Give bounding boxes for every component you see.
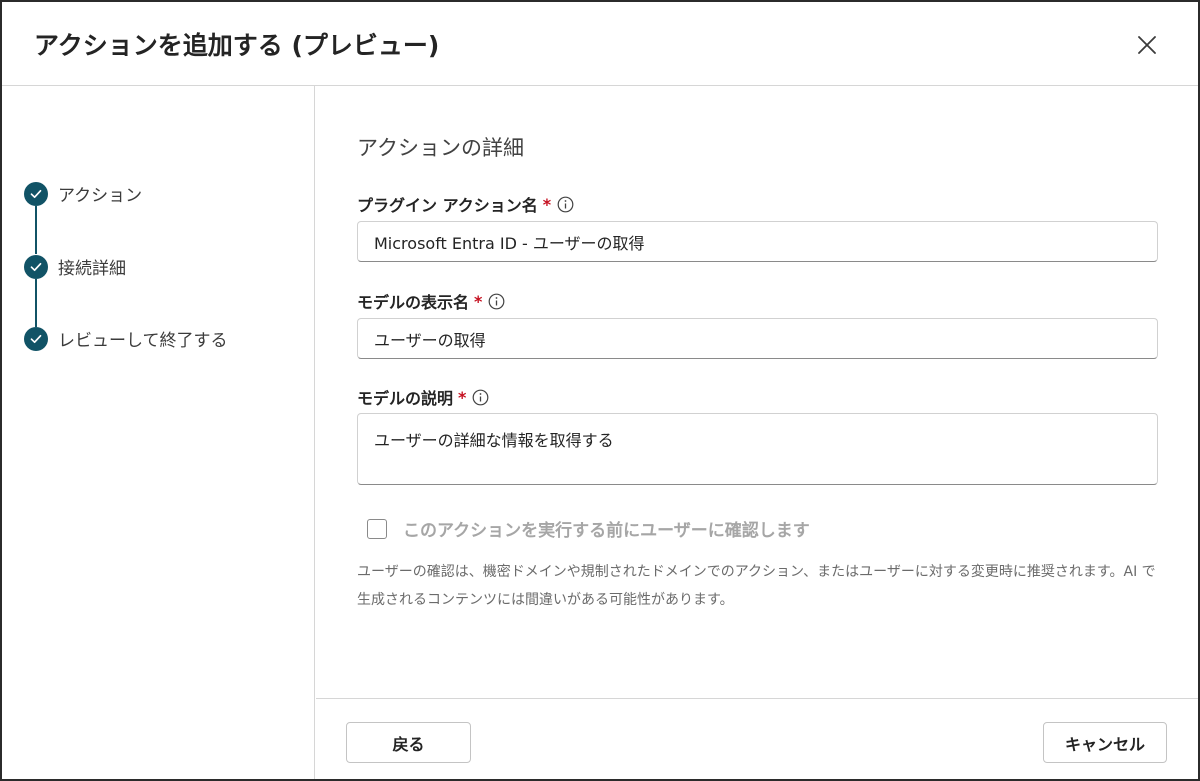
model-display-name-label: モデルの表示名 * <box>357 289 505 313</box>
checkmark-icon <box>24 181 48 206</box>
back-button[interactable]: 戻る <box>346 722 471 763</box>
checkmark-icon <box>24 326 48 351</box>
field-label-text: モデルの表示名 <box>357 293 470 312</box>
model-description-textarea[interactable]: ユーザーの詳細な情報を取得する <box>357 413 1158 485</box>
info-icon[interactable] <box>488 293 505 310</box>
info-icon[interactable] <box>557 196 574 213</box>
field-label-text: モデルの説明 <box>357 389 454 408</box>
confirm-checkbox[interactable] <box>367 518 387 539</box>
plugin-action-name-input[interactable] <box>357 221 1158 262</box>
required-marker: * <box>542 194 552 214</box>
plugin-action-name-label: プラグイン アクション名 * <box>357 192 574 216</box>
confirmation-help-text: ユーザーの確認は、機密ドメインや規制されたドメインでのアクション、またはユーザー… <box>357 564 1156 608</box>
step-connection-details[interactable]: 接続詳細 <box>24 254 126 279</box>
field-label-text: プラグイン アクション名 <box>357 196 538 215</box>
confirm-before-run-option[interactable]: このアクションを実行する前にユーザーに確認します <box>367 516 810 541</box>
step-label: アクション <box>58 186 143 206</box>
step-sidebar: アクション 接続詳細 レビューして終了する <box>2 86 315 779</box>
step-label: レビューして終了する <box>58 331 228 351</box>
dialog-footer: 戻る キャンセル <box>316 698 1198 779</box>
model-display-name-input[interactable] <box>357 318 1158 359</box>
close-icon <box>1138 36 1156 54</box>
step-connector <box>35 206 37 254</box>
checkmark-icon <box>24 254 48 279</box>
add-action-dialog: アクションを追加する (プレビュー) アクション 接続詳細 レビューして終了する… <box>0 0 1200 781</box>
confirm-checkbox-label: このアクションを実行する前にユーザーに確認します <box>403 521 810 541</box>
model-description-label: モデルの説明 * <box>357 385 489 409</box>
info-icon[interactable] <box>472 389 489 406</box>
step-label: 接続詳細 <box>58 259 126 279</box>
section-title: アクションの詳細 <box>357 136 524 160</box>
required-marker: * <box>458 387 467 407</box>
action-details-panel: アクションの詳細 プラグイン アクション名 * モデルの表示名 * モデルの説明… <box>316 86 1198 698</box>
dialog-header: アクションを追加する (プレビュー) <box>2 2 1198 86</box>
required-marker: * <box>474 291 483 311</box>
dialog-title: アクションを追加する (プレビュー) <box>34 31 440 60</box>
close-button[interactable] <box>1130 28 1164 62</box>
cancel-button[interactable]: キャンセル <box>1043 722 1167 763</box>
step-connector <box>35 279 37 327</box>
step-action[interactable]: アクション <box>24 181 142 206</box>
step-review-finish[interactable]: レビューして終了する <box>24 326 228 351</box>
